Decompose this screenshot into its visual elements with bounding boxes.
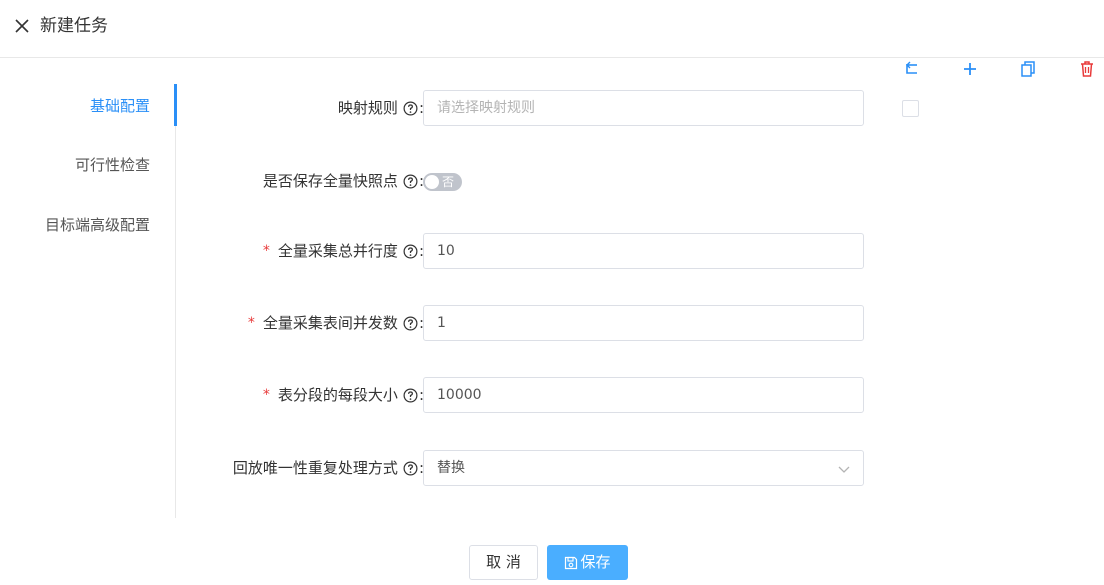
help-icon[interactable] bbox=[403, 244, 418, 259]
required-mark: * bbox=[247, 315, 255, 331]
form-label-text: 全量采集表间并发数 bbox=[262, 314, 398, 332]
form-row-save-snapshot: 是否保存全量快照点 : 否 bbox=[176, 163, 876, 199]
select-value: 替换 bbox=[437, 460, 465, 476]
nav-item-feasibility-check[interactable]: 可行性检查 bbox=[75, 154, 150, 176]
form-row-total-parallel: * 全量采集总并行度 : bbox=[176, 233, 876, 269]
toggle-text: 否 bbox=[442, 175, 455, 189]
form-label-text: 回放唯一性重复处理方式 bbox=[232, 459, 398, 477]
page-title: 新建任务 bbox=[40, 16, 108, 36]
form-label: 映射规则 : bbox=[338, 90, 424, 126]
chevron-down-icon bbox=[838, 466, 850, 473]
dialog-header: 新建任务 bbox=[0, 0, 1104, 58]
form-row-table-concurrency: * 全量采集表间并发数 : bbox=[176, 305, 876, 341]
form-label: 是否保存全量快照点 : bbox=[263, 163, 424, 199]
segment-size-input[interactable] bbox=[423, 377, 864, 413]
save-snapshot-toggle[interactable]: 否 bbox=[423, 173, 462, 191]
row-checkbox[interactable] bbox=[902, 100, 919, 117]
form-label-text: 是否保存全量快照点 bbox=[262, 172, 398, 190]
form-label-text: 全量采集总并行度 bbox=[277, 242, 398, 260]
copy-icon[interactable] bbox=[1019, 60, 1037, 78]
help-icon[interactable] bbox=[403, 316, 418, 331]
required-mark: * bbox=[262, 387, 270, 403]
toggle-knob bbox=[425, 175, 439, 189]
mapping-rule-select[interactable] bbox=[423, 90, 864, 126]
side-nav: 基础配置 可行性检查 目标端高级配置 bbox=[0, 84, 177, 518]
help-icon[interactable] bbox=[403, 461, 418, 476]
table-concurrency-input[interactable] bbox=[423, 305, 864, 341]
delete-icon[interactable] bbox=[1078, 60, 1096, 78]
help-icon[interactable] bbox=[403, 101, 418, 116]
form-row-segment-size: * 表分段的每段大小 : bbox=[176, 377, 876, 413]
close-icon[interactable] bbox=[12, 16, 32, 36]
form-label: 回放唯一性重复处理方式 : bbox=[233, 450, 424, 486]
help-icon[interactable] bbox=[403, 388, 418, 403]
form-row-mapping-rule: 映射规则 : bbox=[176, 90, 876, 126]
replay-conflict-select[interactable]: 替换 bbox=[423, 450, 864, 486]
save-icon bbox=[565, 556, 578, 569]
form-label: * 全量采集总并行度 : bbox=[263, 233, 424, 269]
save-button-label: 保存 bbox=[580, 553, 611, 571]
nav-item-target-advanced-config[interactable]: 目标端高级配置 bbox=[45, 214, 150, 236]
plus-icon[interactable] bbox=[961, 60, 979, 78]
form-label-text: 表分段的每段大小 bbox=[277, 386, 398, 404]
form-label: * 全量采集表间并发数 : bbox=[248, 305, 424, 341]
cancel-button[interactable]: 取 消 bbox=[469, 545, 538, 580]
required-mark: * bbox=[262, 243, 270, 259]
undo-icon[interactable] bbox=[903, 60, 921, 78]
save-button[interactable]: 保存 bbox=[547, 545, 628, 580]
form-label-text: 映射规则 bbox=[337, 99, 398, 117]
form-label: * 表分段的每段大小 : bbox=[263, 377, 424, 413]
form-row-replay-conflict: 回放唯一性重复处理方式 : 替换 bbox=[176, 450, 876, 486]
nav-item-basic-config[interactable]: 基础配置 bbox=[90, 95, 150, 117]
help-icon[interactable] bbox=[403, 174, 418, 189]
total-parallel-input[interactable] bbox=[423, 233, 864, 269]
